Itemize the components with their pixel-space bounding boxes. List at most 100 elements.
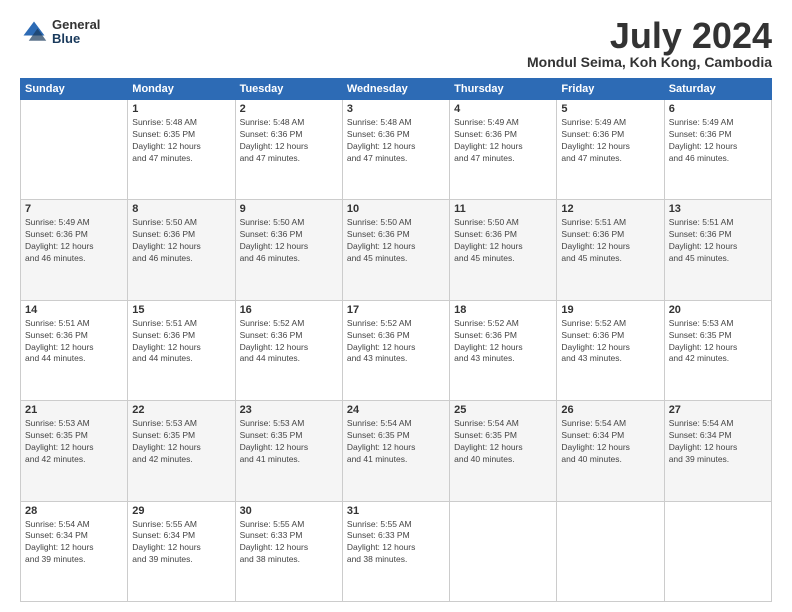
day-number: 30: [240, 505, 338, 517]
day-number: 5: [561, 103, 659, 115]
day-info: Sunrise: 5:49 AM Sunset: 6:36 PM Dayligh…: [454, 117, 552, 165]
calendar-cell: 28 Sunrise: 5:54 AM Sunset: 6:34 PM Dayli…: [21, 501, 128, 601]
day-number: 26: [561, 404, 659, 416]
calendar-cell: 15 Sunrise: 5:51 AM Sunset: 6:36 PM Dayli…: [128, 300, 235, 400]
day-number: 14: [25, 304, 123, 316]
day-info: Sunrise: 5:48 AM Sunset: 6:36 PM Dayligh…: [240, 117, 338, 165]
calendar-cell: 20Sunrise: 5:53 AM Sunset: 6:35 PM Dayli…: [664, 300, 771, 400]
calendar-cell: [450, 501, 557, 601]
day-info: Sunrise: 5:54 AM Sunset: 6:35 PM Dayligh…: [347, 418, 445, 466]
calendar-cell: 6 Sunrise: 5:49 AM Sunset: 6:36 PM Daylig…: [664, 100, 771, 200]
calendar-cell: 8 Sunrise: 5:50 AM Sunset: 6:36 PM Daylig…: [128, 200, 235, 300]
day-number: 31: [347, 505, 445, 517]
day-number: 23: [240, 404, 338, 416]
day-header-friday: Friday: [557, 79, 664, 100]
day-info: Sunrise: 5:50 AM Sunset: 6:36 PM Dayligh…: [132, 217, 230, 265]
day-number: 9: [240, 203, 338, 215]
calendar-cell: 13 Sunrise: 5:51 AM Sunset: 6:36 PM Dayli…: [664, 200, 771, 300]
day-number: 20: [669, 304, 767, 316]
calendar-week-row: 21 Sunrise: 5:53 AM Sunset: 6:35 PM Dayli…: [21, 401, 772, 501]
calendar-week-row: 7 Sunrise: 5:49 AM Sunset: 6:36 PM Daylig…: [21, 200, 772, 300]
day-number: 13: [669, 203, 767, 215]
day-info: Sunrise: 5:49 AM Sunset: 6:36 PM Dayligh…: [25, 217, 123, 265]
day-info: Sunrise: 5:53 AM Sunset: 6:35 PM Dayligh…: [240, 418, 338, 466]
calendar-cell: 21 Sunrise: 5:53 AM Sunset: 6:35 PM Dayli…: [21, 401, 128, 501]
calendar-cell: 2 Sunrise: 5:48 AM Sunset: 6:36 PM Daylig…: [235, 100, 342, 200]
day-number: 12: [561, 203, 659, 215]
calendar-cell: 5 Sunrise: 5:49 AM Sunset: 6:36 PM Daylig…: [557, 100, 664, 200]
subtitle: Mondul Seima, Koh Kong, Cambodia: [527, 54, 772, 70]
calendar-cell: 27 Sunrise: 5:54 AM Sunset: 6:34 PM Dayli…: [664, 401, 771, 501]
calendar-week-row: 28 Sunrise: 5:54 AM Sunset: 6:34 PM Dayli…: [21, 501, 772, 601]
day-info: Sunrise: 5:52 AM Sunset: 6:36 PM Dayligh…: [347, 318, 445, 366]
main-title: July 2024: [527, 18, 772, 54]
day-info: Sunrise: 5:48 AM Sunset: 6:36 PM Dayligh…: [347, 117, 445, 165]
calendar-cell: 10 Sunrise: 5:50 AM Sunset: 6:36 PM Dayli…: [342, 200, 449, 300]
day-header-monday: Monday: [128, 79, 235, 100]
day-info: Sunrise: 5:51 AM Sunset: 6:36 PM Dayligh…: [669, 217, 767, 265]
day-number: 17: [347, 304, 445, 316]
calendar-cell: 12Sunrise: 5:51 AM Sunset: 6:36 PM Dayli…: [557, 200, 664, 300]
calendar-cell: [21, 100, 128, 200]
calendar: SundayMondayTuesdayWednesdayThursdayFrid…: [20, 78, 772, 602]
day-header-wednesday: Wednesday: [342, 79, 449, 100]
calendar-cell: 1 Sunrise: 5:48 AM Sunset: 6:35 PM Daylig…: [128, 100, 235, 200]
logo-text: General Blue: [52, 18, 100, 47]
day-info: Sunrise: 5:55 AM Sunset: 6:33 PM Dayligh…: [347, 519, 445, 567]
day-header-thursday: Thursday: [450, 79, 557, 100]
day-info: Sunrise: 5:52 AM Sunset: 6:36 PM Dayligh…: [561, 318, 659, 366]
calendar-cell: 17 Sunrise: 5:52 AM Sunset: 6:36 PM Dayli…: [342, 300, 449, 400]
calendar-cell: 30 Sunrise: 5:55 AM Sunset: 6:33 PM Dayli…: [235, 501, 342, 601]
day-number: 11: [454, 203, 552, 215]
day-number: 2: [240, 103, 338, 115]
day-info: Sunrise: 5:55 AM Sunset: 6:33 PM Dayligh…: [240, 519, 338, 567]
calendar-cell: 24 Sunrise: 5:54 AM Sunset: 6:35 PM Dayli…: [342, 401, 449, 501]
day-info: Sunrise: 5:51 AM Sunset: 6:36 PM Dayligh…: [132, 318, 230, 366]
day-number: 18: [454, 304, 552, 316]
day-info: Sunrise: 5:53 AM Sunset: 6:35 PM Dayligh…: [25, 418, 123, 466]
header: General Blue July 2024 Mondul Seima, Koh…: [20, 18, 772, 70]
calendar-header-row: SundayMondayTuesdayWednesdayThursdayFrid…: [21, 79, 772, 100]
day-number: 1: [132, 103, 230, 115]
day-number: 7: [25, 203, 123, 215]
calendar-cell: 11 Sunrise: 5:50 AM Sunset: 6:36 PM Dayli…: [450, 200, 557, 300]
day-info: Sunrise: 5:50 AM Sunset: 6:36 PM Dayligh…: [454, 217, 552, 265]
day-number: 3: [347, 103, 445, 115]
calendar-cell: [664, 501, 771, 601]
calendar-cell: 29Sunrise: 5:55 AM Sunset: 6:34 PM Dayli…: [128, 501, 235, 601]
title-block: July 2024 Mondul Seima, Koh Kong, Cambod…: [527, 18, 772, 70]
calendar-cell: 25Sunrise: 5:54 AM Sunset: 6:35 PM Dayli…: [450, 401, 557, 501]
day-info: Sunrise: 5:51 AM Sunset: 6:36 PM Dayligh…: [25, 318, 123, 366]
day-number: 25: [454, 404, 552, 416]
day-number: 15: [132, 304, 230, 316]
day-info: Sunrise: 5:49 AM Sunset: 6:36 PM Dayligh…: [669, 117, 767, 165]
day-number: 21: [25, 404, 123, 416]
day-number: 27: [669, 404, 767, 416]
day-number: 4: [454, 103, 552, 115]
day-number: 8: [132, 203, 230, 215]
calendar-cell: 26 Sunrise: 5:54 AM Sunset: 6:34 PM Dayli…: [557, 401, 664, 501]
day-info: Sunrise: 5:49 AM Sunset: 6:36 PM Dayligh…: [561, 117, 659, 165]
calendar-cell: 23 Sunrise: 5:53 AM Sunset: 6:35 PM Dayli…: [235, 401, 342, 501]
day-number: 28: [25, 505, 123, 517]
calendar-week-row: 1 Sunrise: 5:48 AM Sunset: 6:35 PM Daylig…: [21, 100, 772, 200]
calendar-cell: 31 Sunrise: 5:55 AM Sunset: 6:33 PM Dayli…: [342, 501, 449, 601]
logo-icon: [20, 18, 48, 46]
calendar-cell: 22Sunrise: 5:53 AM Sunset: 6:35 PM Dayli…: [128, 401, 235, 501]
day-header-sunday: Sunday: [21, 79, 128, 100]
day-number: 6: [669, 103, 767, 115]
day-info: Sunrise: 5:54 AM Sunset: 6:34 PM Dayligh…: [25, 519, 123, 567]
day-info: Sunrise: 5:54 AM Sunset: 6:34 PM Dayligh…: [561, 418, 659, 466]
calendar-cell: 16Sunrise: 5:52 AM Sunset: 6:36 PM Dayli…: [235, 300, 342, 400]
day-info: Sunrise: 5:53 AM Sunset: 6:35 PM Dayligh…: [132, 418, 230, 466]
calendar-cell: 4 Sunrise: 5:49 AM Sunset: 6:36 PM Daylig…: [450, 100, 557, 200]
calendar-cell: 14 Sunrise: 5:51 AM Sunset: 6:36 PM Dayli…: [21, 300, 128, 400]
day-info: Sunrise: 5:48 AM Sunset: 6:35 PM Dayligh…: [132, 117, 230, 165]
day-number: 24: [347, 404, 445, 416]
calendar-week-row: 14 Sunrise: 5:51 AM Sunset: 6:36 PM Dayli…: [21, 300, 772, 400]
day-header-saturday: Saturday: [664, 79, 771, 100]
day-info: Sunrise: 5:54 AM Sunset: 6:34 PM Dayligh…: [669, 418, 767, 466]
day-number: 10: [347, 203, 445, 215]
day-info: Sunrise: 5:50 AM Sunset: 6:36 PM Dayligh…: [347, 217, 445, 265]
calendar-cell: 19Sunrise: 5:52 AM Sunset: 6:36 PM Dayli…: [557, 300, 664, 400]
